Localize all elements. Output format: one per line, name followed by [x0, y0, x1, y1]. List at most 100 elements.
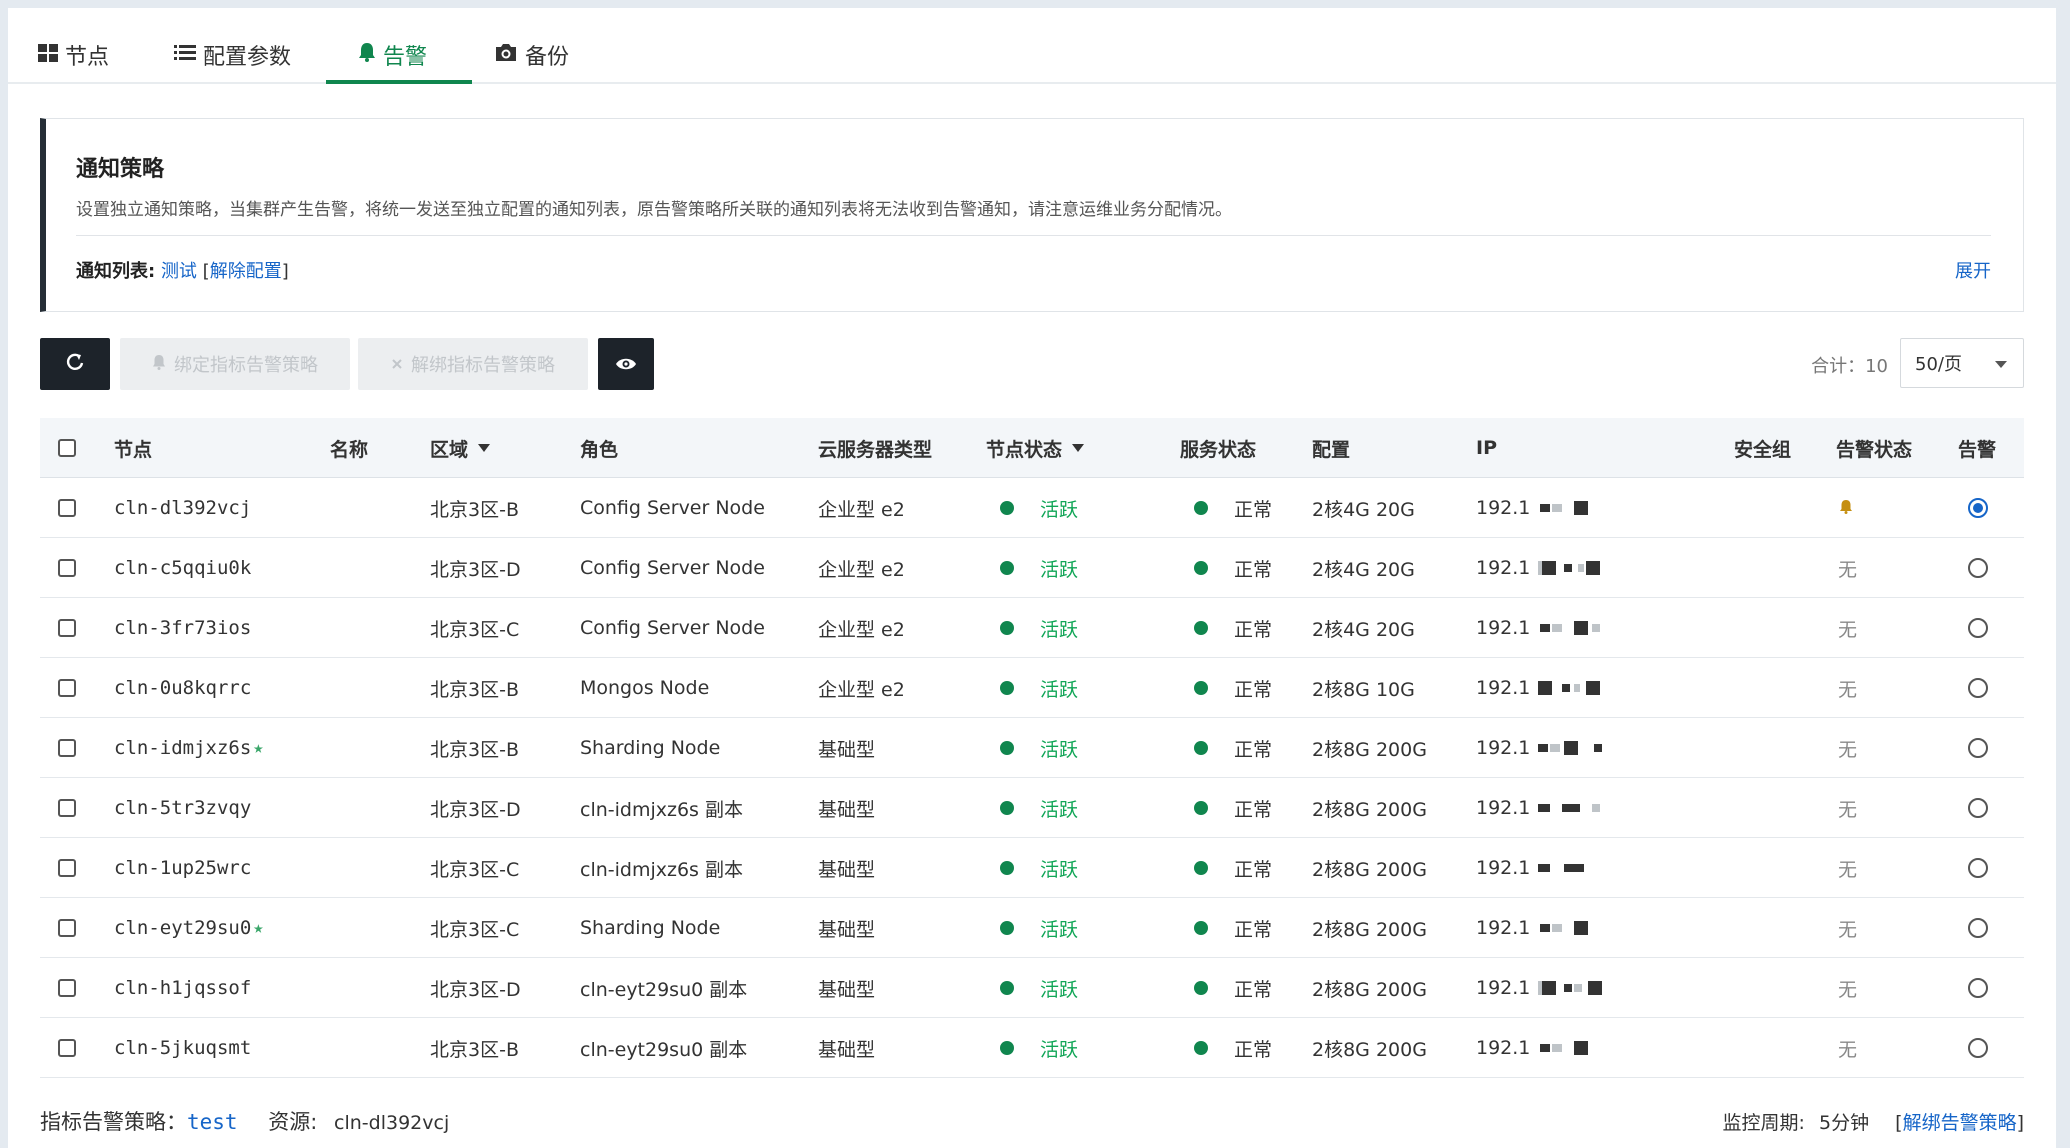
server-type-cell: 基础型 [818, 798, 876, 821]
notification-list-label: 通知列表: [76, 261, 156, 282]
alarm-radio[interactable] [1968, 558, 1988, 578]
table-row[interactable]: cln-3fr73ios 北京3区-C Config Server Node 企业型 … [40, 598, 2024, 658]
alarm-radio-cell [1968, 778, 1988, 838]
filter-down-icon[interactable] [1072, 444, 1085, 452]
alarm-radio[interactable] [1968, 498, 1988, 518]
server-type-cell: 企业型 e2 [818, 618, 905, 641]
period-label: 监控周期: [1722, 1112, 1805, 1134]
status-dot-icon [1194, 921, 1208, 935]
table-body: cln-dl392vcj 北京3区-B Config Server Node 企业型 … [40, 478, 2024, 1078]
page-size-select[interactable]: 50/页 [1900, 338, 2024, 388]
node-id: cln-5tr3zvqy [114, 797, 252, 819]
refresh-button[interactable] [40, 338, 110, 390]
row-checkbox[interactable] [58, 559, 76, 577]
redaction-block [1542, 981, 1557, 995]
row-checkbox[interactable] [58, 1039, 76, 1057]
region-cell: 北京3区-D [430, 798, 521, 821]
region-cell: 北京3区-B [430, 498, 519, 521]
alarm-radio[interactable] [1968, 1038, 1988, 1058]
row-checkbox[interactable] [58, 619, 76, 637]
filter-down-icon[interactable] [478, 444, 491, 452]
table-row[interactable]: cln-idmjxz6s ★ 北京3区-B Sharding Node 基础型 活跃 正常 2… [40, 718, 2024, 778]
config-cell: 2核8G 200G [1312, 978, 1427, 1001]
row-checkbox[interactable] [58, 679, 76, 697]
alarm-radio[interactable] [1968, 678, 1988, 698]
tab-label: 备份 [525, 45, 570, 70]
view-button[interactable] [598, 338, 654, 390]
table-row[interactable]: cln-5tr3zvqy 北京3区-D cln-idmjxz6s 副本 基础型 活跃 正常… [40, 778, 2024, 838]
table-row[interactable]: cln-1up25wrc 北京3区-C cln-idmjxz6s 副本 基础型 活跃 正常… [40, 838, 2024, 898]
node-id-cell: cln-h1jqssof [114, 958, 251, 1018]
col-node-status-label: 节点状态 [986, 438, 1063, 461]
row-checkbox[interactable] [58, 799, 76, 817]
tab-config-params[interactable]: 配置参数 [174, 28, 291, 82]
table-row[interactable]: cln-c5qqiu0k 北京3区-D Config Server Node 企业型 … [40, 538, 2024, 598]
col-server-type: 云服务器类型 [818, 438, 933, 461]
region-cell: 北京3区-D [430, 558, 521, 581]
tab-alarms[interactable]: 告警 [358, 28, 427, 82]
bracket-close: ] [281, 261, 289, 282]
status-dot-icon [1000, 981, 1014, 995]
ip-prefix: 192.1 [1476, 1037, 1531, 1059]
ip-cell: 192.1 [1476, 898, 1614, 958]
toolbar: 绑定指标告警策略 解绑指标告警策略 合计：10 50/页 [40, 338, 2024, 390]
alarm-radio-cell [1968, 598, 1988, 658]
alarm-radio[interactable] [1968, 738, 1988, 758]
tab-backup[interactable]: 备份 [494, 28, 569, 82]
node-status-cell: 活跃 [1000, 598, 1078, 658]
col-node-status[interactable]: 节点状态 [986, 418, 1085, 478]
service-status-cell: 正常 [1194, 658, 1272, 718]
ip-cell: 192.1 [1476, 478, 1614, 538]
unbind-alarm-policy-link[interactable]: 解绑告警策略 [1903, 1112, 2017, 1134]
redaction-block [1564, 984, 1573, 992]
alarm-radio[interactable] [1968, 918, 1988, 938]
table-row[interactable]: cln-eyt29su0 ★ 北京3区-C Sharding Node 基础型 活跃 正常 2… [40, 898, 2024, 958]
alarm-radio[interactable] [1968, 618, 1988, 638]
redaction-block [1588, 981, 1603, 995]
node-status-cell: 活跃 [1000, 898, 1078, 958]
row-checkbox[interactable] [58, 859, 76, 877]
redaction-block [1542, 561, 1557, 575]
tab-nodes[interactable]: 节点 [38, 28, 109, 82]
status-dot-icon [1000, 921, 1014, 935]
policy-link[interactable]: test [187, 1110, 238, 1134]
table-row[interactable]: cln-dl392vcj 北京3区-B Config Server Node 企业型 … [40, 478, 2024, 538]
node-status-text: 活跃 [1040, 978, 1079, 1001]
row-checkbox[interactable] [58, 979, 76, 997]
role-cell: Sharding Node [580, 917, 721, 939]
ip-prefix: 192.1 [1476, 557, 1531, 579]
bind-alarm-policy-button[interactable]: 绑定指标告警策略 [120, 338, 350, 390]
table-row[interactable]: cln-5jkuqsmt 北京3区-B cln-eyt29su0 副本 基础型 活跃 正常… [40, 1018, 2024, 1078]
node-id: cln-dl392vcj [114, 497, 252, 519]
config-cell: 2核8G 200G [1312, 798, 1427, 821]
node-status-cell: 活跃 [1000, 478, 1078, 538]
col-region[interactable]: 区域 [430, 418, 491, 478]
unbind-alarm-policy-button[interactable]: 解绑指标告警策略 [358, 338, 588, 390]
ip-redaction [1534, 798, 1614, 818]
server-type-cell: 企业型 e2 [818, 558, 905, 581]
grid-icon [38, 43, 58, 68]
alarm-radio[interactable] [1968, 978, 1988, 998]
unbind-config-link[interactable]: 解除配置 [210, 261, 282, 282]
table-row[interactable]: cln-0u8kqrrc 北京3区-B Mongos Node 企业型 e2 活跃 正常 2… [40, 658, 2024, 718]
table-row[interactable]: cln-h1jqssof 北京3区-D cln-eyt29su0 副本 基础型 活跃 正常… [40, 958, 2024, 1018]
alarm-radio[interactable] [1968, 798, 1988, 818]
expand-link[interactable]: 展开 [1955, 257, 1991, 283]
select-all-checkbox[interactable] [58, 439, 76, 457]
redaction-block [1562, 684, 1571, 692]
redaction-block [1538, 681, 1553, 695]
service-status-text: 正常 [1234, 738, 1273, 761]
redaction-block [1552, 924, 1563, 932]
service-status-cell: 正常 [1194, 598, 1272, 658]
status-dot-icon [1194, 801, 1208, 815]
status-dot-icon [1194, 981, 1208, 995]
ip-redaction [1534, 858, 1614, 878]
server-type-cell: 企业型 e2 [818, 678, 905, 701]
row-checkbox[interactable] [58, 739, 76, 757]
row-checkbox[interactable] [58, 499, 76, 517]
col-alarm: 告警 [1958, 438, 1997, 461]
redaction-block [1592, 624, 1601, 632]
row-checkbox[interactable] [58, 919, 76, 937]
alarm-radio[interactable] [1968, 858, 1988, 878]
notification-list-link[interactable]: 测试 [161, 261, 197, 282]
